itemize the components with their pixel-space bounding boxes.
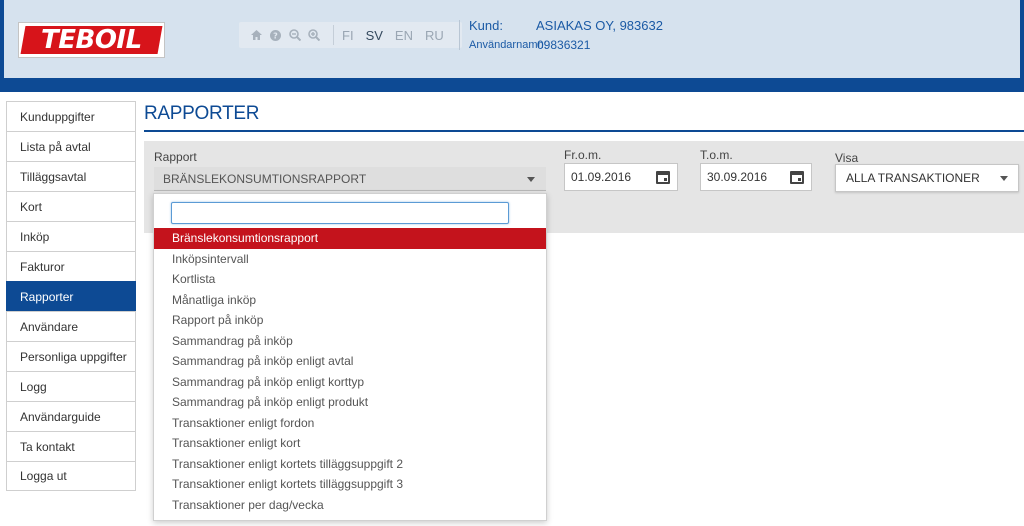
dropdown-option[interactable]: Transaktioner enligt kort (154, 433, 546, 454)
dropdown-search-input[interactable] (171, 202, 509, 224)
dropdown-option[interactable]: Kortlista (154, 269, 546, 290)
logo-text: TEBOIL (41, 25, 142, 55)
to-date-input[interactable]: 30.09.2016 (700, 163, 812, 191)
sidebar-item-fakturor[interactable]: Fakturor (6, 251, 136, 281)
dropdown-option[interactable]: Bränslekonsumtionsrapport (154, 228, 546, 249)
rapport-select-value: BRÄNSLEKONSUMTIONSRAPPORT (163, 171, 367, 186)
dropdown-option[interactable]: Månatliga inköp (154, 290, 546, 311)
lang-en[interactable]: EN (395, 28, 413, 43)
username-value: 09836321 (537, 38, 591, 52)
chevron-down-icon (1000, 176, 1008, 181)
visa-select[interactable]: ALLA TRANSAKTIONER (835, 164, 1019, 192)
to-date-label: T.o.m. (700, 148, 733, 162)
sidebar-item-kunduppgifter[interactable]: Kunduppgifter (6, 101, 136, 131)
sidebar-item-anvandare[interactable]: Användare (6, 311, 136, 341)
svg-text:?: ? (273, 31, 278, 40)
sidebar-item-tillaggsavtal[interactable]: Tilläggsavtal (6, 161, 136, 191)
from-date-input[interactable]: 01.09.2016 (564, 163, 678, 191)
calendar-icon[interactable] (790, 171, 804, 184)
zoom-out-icon[interactable] (285, 22, 304, 48)
zoom-in-icon[interactable] (304, 22, 323, 48)
page-title: RAPPORTER (144, 103, 260, 124)
lang-ru[interactable]: RU (425, 28, 444, 43)
teboil-logo[interactable]: TEBOIL (18, 22, 165, 58)
home-icon[interactable] (247, 22, 266, 48)
dropdown-option[interactable]: Inköpsintervall (154, 249, 546, 270)
sidebar-item-anvandarguide[interactable]: Användarguide (6, 401, 136, 431)
sidebar-item-logg[interactable]: Logg (6, 371, 136, 401)
sidebar-item-logga-ut[interactable]: Logga ut (6, 461, 136, 491)
dropdown-option[interactable]: Transaktioner enligt kortets tilläggsupp… (154, 454, 546, 475)
rapport-dropdown: Bränslekonsumtionsrapport Inköpsinterval… (153, 193, 547, 521)
lang-sv[interactable]: SV (366, 28, 383, 43)
dropdown-option[interactable]: Sammandrag på inköp (154, 331, 546, 352)
dropdown-option[interactable]: Sammandrag på inköp enligt avtal (154, 351, 546, 372)
dropdown-option[interactable]: Transaktioner enligt fordon (154, 413, 546, 434)
sidebar-item-lista-pa-avtal[interactable]: Lista på avtal (6, 131, 136, 161)
toolbar: ? FI SV EN RU (239, 22, 462, 48)
rapport-select[interactable]: BRÄNSLEKONSUMTIONSRAPPORT (154, 167, 546, 191)
info-divider (459, 20, 460, 50)
dropdown-option[interactable]: Transaktioner per dag/vecka (154, 495, 546, 516)
header: TEBOIL ? FI SV EN RU Kund: ASIAKAS OY, 9… (0, 0, 1024, 92)
customer-label: Kund: (469, 18, 503, 33)
sidebar-item-kort[interactable]: Kort (6, 191, 136, 221)
from-date-value: 01.09.2016 (571, 170, 632, 184)
sidebar-item-rapporter[interactable]: Rapporter (6, 281, 136, 311)
customer-value: ASIAKAS OY, 983632 (536, 18, 663, 33)
visa-select-value: ALLA TRANSAKTIONER (846, 171, 980, 185)
sidebar-item-ta-kontakt[interactable]: Ta kontakt (6, 431, 136, 461)
lang-fi[interactable]: FI (342, 28, 354, 43)
help-icon[interactable]: ? (266, 22, 285, 48)
sidebar-item-inkop[interactable]: Inköp (6, 221, 136, 251)
dropdown-list: Bränslekonsumtionsrapport Inköpsinterval… (154, 228, 546, 515)
username-label: Användarnamn: (469, 39, 547, 51)
from-date-label: Fr.o.m. (564, 148, 602, 162)
toolbar-divider (333, 25, 334, 45)
to-date-value: 30.09.2016 (707, 170, 768, 184)
visa-label: Visa (835, 151, 859, 165)
calendar-icon[interactable] (656, 171, 670, 184)
sidebar-item-personliga-uppgifter[interactable]: Personliga uppgifter (6, 341, 136, 371)
rapport-label: Rapport (154, 150, 197, 164)
dropdown-option[interactable]: Rapport på inköp (154, 310, 546, 331)
dropdown-option[interactable]: Transaktioner enligt kortets tilläggsupp… (154, 474, 546, 495)
dropdown-option[interactable]: Sammandrag på inköp enligt produkt (154, 392, 546, 413)
title-divider (144, 130, 1024, 132)
chevron-down-icon (527, 177, 535, 182)
sidebar-nav: Kunduppgifter Lista på avtal Tilläggsavt… (6, 101, 136, 491)
dropdown-option[interactable]: Sammandrag på inköp enligt korttyp (154, 372, 546, 393)
